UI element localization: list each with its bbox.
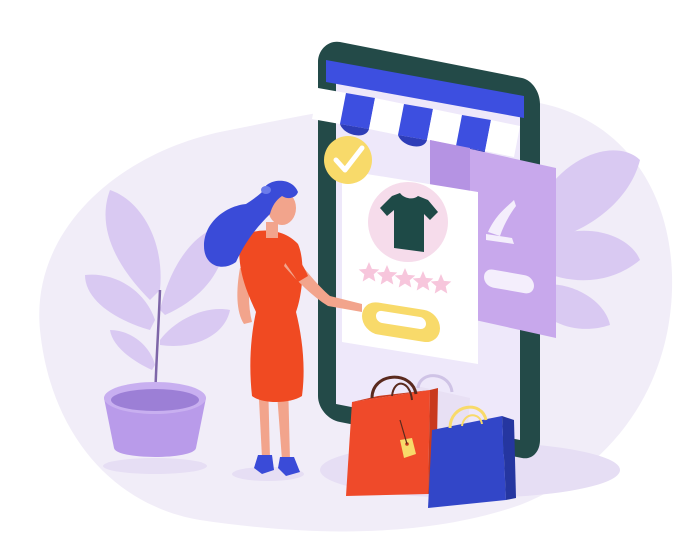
online-shopping-illustration [0, 0, 700, 544]
illustration-canvas [39, 41, 673, 532]
check-badge [324, 136, 372, 184]
pot-shadow [103, 458, 207, 474]
pot-soil [111, 389, 199, 411]
